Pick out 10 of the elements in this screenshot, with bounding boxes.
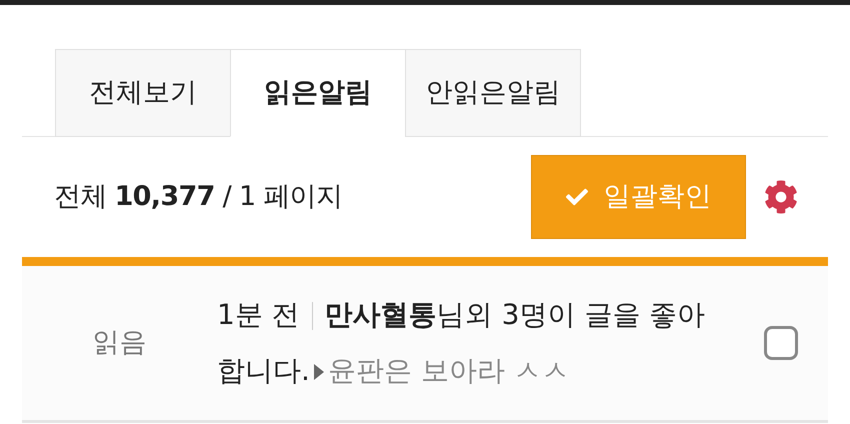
read-status: 읽음 xyxy=(92,326,148,360)
checkbox[interactable] xyxy=(764,326,798,360)
total-count-text: 전체 10,377 / 1 페이지 xyxy=(54,180,342,214)
settings-icon[interactable] xyxy=(764,180,798,214)
tab[interactable]: 안읽은알림 xyxy=(405,49,581,137)
notification-text: 1분 전 만사혈통님외 3명이 글을 좋아 합니다. 윤판은 보아라 ㅅㅅ xyxy=(217,297,706,389)
tab[interactable]: 읽은알림 xyxy=(230,49,406,137)
triangle-icon xyxy=(314,364,324,380)
tab[interactable]: 전체보기 xyxy=(55,49,231,137)
check-icon xyxy=(566,186,588,208)
